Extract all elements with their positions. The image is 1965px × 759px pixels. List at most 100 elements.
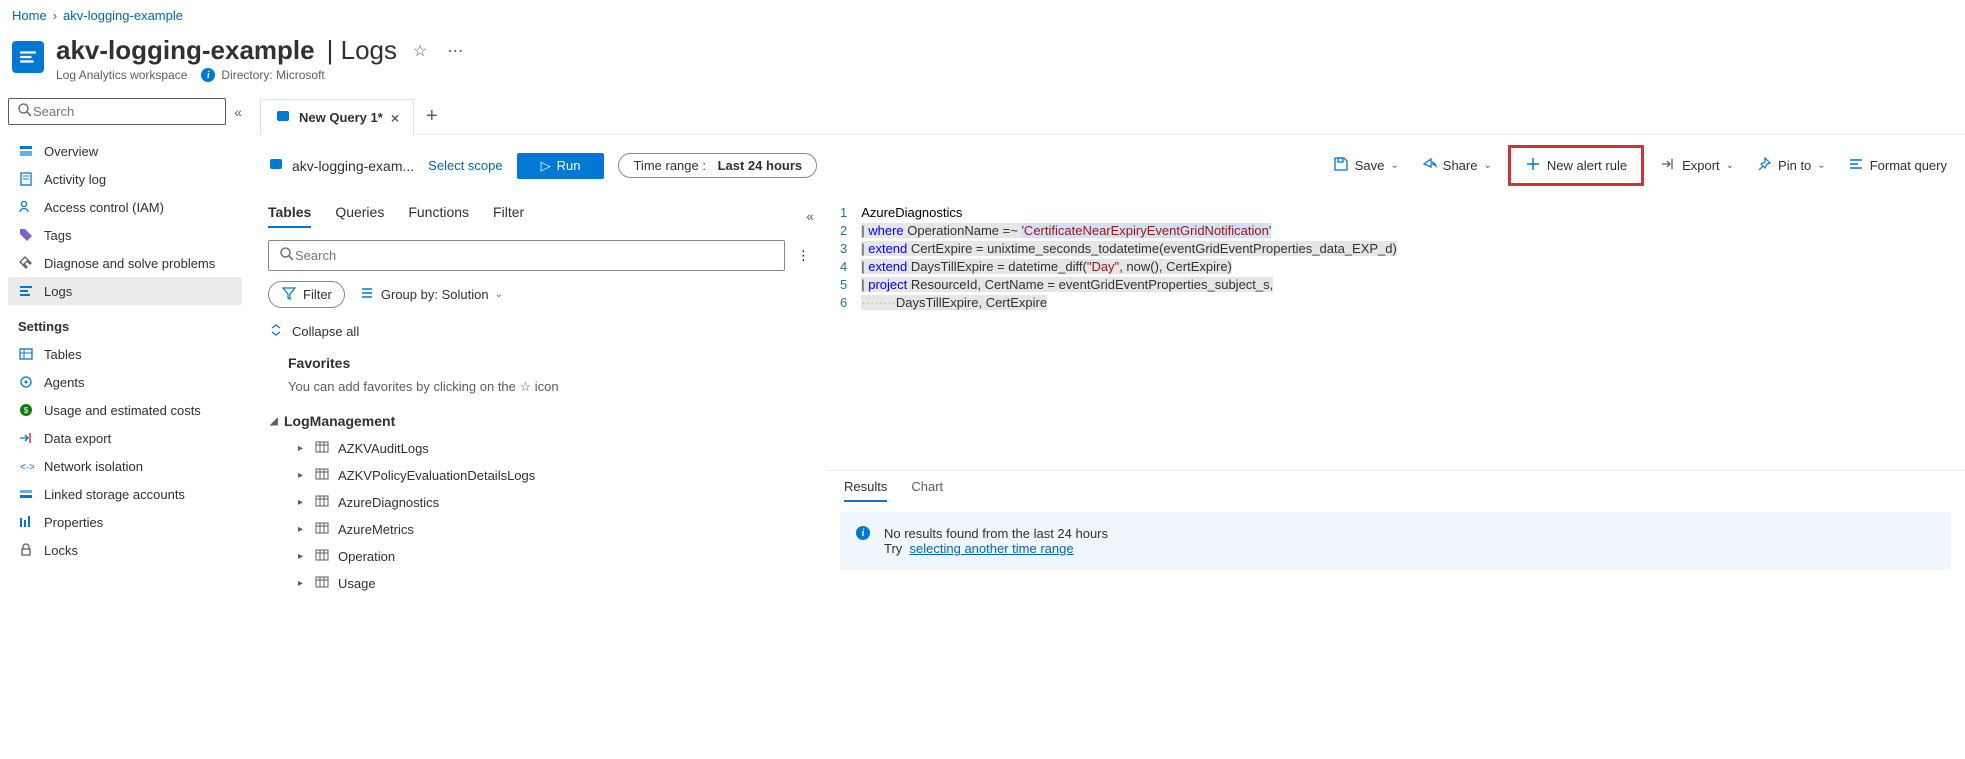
- code-line: | project ResourceId, CertName = eventGr…: [861, 276, 1965, 294]
- format-icon: [1848, 156, 1864, 175]
- filter-icon: [281, 285, 297, 304]
- table-item-azkvauditlogs[interactable]: ▸AZKVAuditLogs: [270, 435, 814, 462]
- time-range-picker[interactable]: Time range : Last 24 hours: [618, 153, 817, 178]
- panel-search-input[interactable]: [295, 248, 774, 263]
- save-button[interactable]: Save⌄: [1327, 152, 1405, 179]
- search-icon: [279, 246, 295, 265]
- sidebar-search-input[interactable]: [33, 104, 217, 119]
- collapse-icon: [268, 322, 284, 341]
- table-item-operation[interactable]: ▸Operation: [270, 543, 814, 570]
- sidebar-item-tables[interactable]: Tables: [8, 340, 242, 368]
- breadcrumb-resource[interactable]: akv-logging-example: [63, 8, 183, 23]
- sidebar-collapse-button[interactable]: «: [234, 104, 242, 120]
- sidebar-item-tags[interactable]: Tags: [8, 221, 242, 249]
- run-button[interactable]: ▷ Run: [517, 153, 605, 179]
- select-time-range-link[interactable]: selecting another time range: [910, 541, 1074, 556]
- panel-search[interactable]: [268, 240, 785, 271]
- tree-group-logmanagement[interactable]: ◢ LogManagement: [270, 413, 814, 429]
- favorite-button[interactable]: ☆: [409, 37, 431, 65]
- sidebar-item-properties[interactable]: Properties: [8, 508, 242, 536]
- activity-icon: [18, 171, 34, 187]
- sidebar-item-network-isolation[interactable]: <·>Network isolation: [8, 452, 242, 480]
- sidebar-item-overview[interactable]: Overview: [8, 137, 242, 165]
- code-editor[interactable]: 123456 AzureDiagnostics| where Operation…: [826, 196, 1965, 320]
- table-icon: [314, 493, 330, 512]
- caret-right-icon: ▸: [298, 497, 306, 508]
- workspace-icon: [268, 156, 284, 175]
- list-icon: [359, 285, 375, 304]
- save-icon: [1333, 156, 1349, 175]
- svg-text:<·>: <·>: [20, 462, 34, 473]
- no-results-info: i No results found from the last 24 hour…: [840, 512, 1951, 570]
- panel-tab-tables[interactable]: Tables: [268, 204, 311, 228]
- directory-label: Directory: Microsoft: [221, 68, 324, 82]
- query-tab-active[interactable]: New Query 1* ×: [260, 99, 414, 135]
- table-item-azurediagnostics[interactable]: ▸AzureDiagnostics: [270, 489, 814, 516]
- table-item-usage[interactable]: ▸Usage: [270, 570, 814, 597]
- caret-right-icon: ▸: [298, 578, 306, 589]
- svg-text:$: $: [24, 406, 29, 415]
- sidebar-item-activity-log[interactable]: Activity log: [8, 165, 242, 193]
- diagnose-icon: [18, 255, 34, 271]
- table-icon: [314, 439, 330, 458]
- share-button[interactable]: Share⌄: [1415, 152, 1498, 179]
- add-tab-button[interactable]: +: [414, 105, 450, 128]
- settings-heading: Settings: [8, 305, 242, 340]
- results-tab-chart[interactable]: Chart: [911, 479, 943, 502]
- group-by-dropdown[interactable]: Group by: Solution ⌄: [359, 285, 503, 304]
- more-button[interactable]: ⋯: [443, 37, 467, 65]
- properties-icon: [18, 514, 34, 530]
- close-tab-icon[interactable]: ×: [391, 110, 399, 126]
- tables-icon: [18, 346, 34, 362]
- caret-right-icon: ▸: [298, 551, 306, 562]
- page-header: akv-logging-example | Logs ☆ ⋯ Log Analy…: [0, 31, 1965, 98]
- sidebar-item-logs[interactable]: Logs: [8, 277, 242, 305]
- locks-icon: [18, 542, 34, 558]
- resource-type: Log Analytics workspace: [56, 68, 187, 82]
- results-tab-results[interactable]: Results: [844, 479, 887, 502]
- usage-icon: $: [18, 402, 34, 418]
- caret-right-icon: ▸: [298, 470, 306, 481]
- select-scope-link[interactable]: Select scope: [428, 158, 502, 173]
- table-item-azkvpolicyevaluationdetailslogs[interactable]: ▸AZKVPolicyEvaluationDetailsLogs: [270, 462, 814, 489]
- sidebar-search[interactable]: [8, 98, 226, 125]
- sidebar-item-linked-storage-accounts[interactable]: Linked storage accounts: [8, 480, 242, 508]
- export-button[interactable]: Export⌄: [1654, 152, 1740, 179]
- export-icon: [1660, 156, 1676, 175]
- table-icon: [314, 520, 330, 539]
- collapse-all-button[interactable]: Collapse all: [268, 322, 814, 341]
- filter-pill[interactable]: Filter: [268, 281, 345, 308]
- sidebar-item-access-control-iam-[interactable]: Access control (IAM): [8, 193, 242, 221]
- search-icon: [17, 102, 33, 121]
- panel-more-button[interactable]: ⋮: [793, 244, 814, 268]
- table-item-azuremetrics[interactable]: ▸AzureMetrics: [270, 516, 814, 543]
- share-icon: [1421, 156, 1437, 175]
- sidebar-item-data-export[interactable]: Data export: [8, 424, 242, 452]
- sidebar-item-usage-and-estimated-costs[interactable]: $Usage and estimated costs: [8, 396, 242, 424]
- panel-tab-functions[interactable]: Functions: [408, 204, 469, 228]
- table-icon: [314, 574, 330, 593]
- panel-tab-filter[interactable]: Filter: [493, 204, 524, 228]
- overview-icon: [18, 143, 34, 159]
- pin-button[interactable]: Pin to⌄: [1750, 152, 1832, 179]
- format-query-button[interactable]: Format query: [1842, 152, 1953, 179]
- query-toolbar: akv-logging-exam... Select scope ▷ Run T…: [256, 135, 1965, 196]
- caret-right-icon: ▸: [298, 524, 306, 535]
- page-section: | Logs: [327, 35, 397, 66]
- caret-down-icon: ◢: [270, 416, 278, 427]
- breadcrumb-home[interactable]: Home: [12, 8, 47, 23]
- resource-icon: [12, 41, 44, 73]
- network-icon: <·>: [18, 458, 34, 474]
- sidebar-item-diagnose-and-solve-problems[interactable]: Diagnose and solve problems: [8, 249, 242, 277]
- panel-collapse-button[interactable]: «: [806, 204, 814, 228]
- no-results-text: No results found from the last 24 hours: [884, 526, 1108, 541]
- sidebar-item-agents[interactable]: Agents: [8, 368, 242, 396]
- scope-display: akv-logging-exam...: [268, 156, 414, 175]
- breadcrumb-separator: ›: [53, 8, 57, 23]
- query-tabbar: New Query 1* × +: [256, 98, 1965, 135]
- new-alert-rule-button[interactable]: New alert rule: [1519, 152, 1633, 179]
- sidebar-item-locks[interactable]: Locks: [8, 536, 242, 564]
- panel-tab-queries[interactable]: Queries: [335, 204, 384, 228]
- editor-panel: 123456 AzureDiagnostics| where Operation…: [826, 196, 1965, 605]
- workspace-icon: [275, 108, 291, 127]
